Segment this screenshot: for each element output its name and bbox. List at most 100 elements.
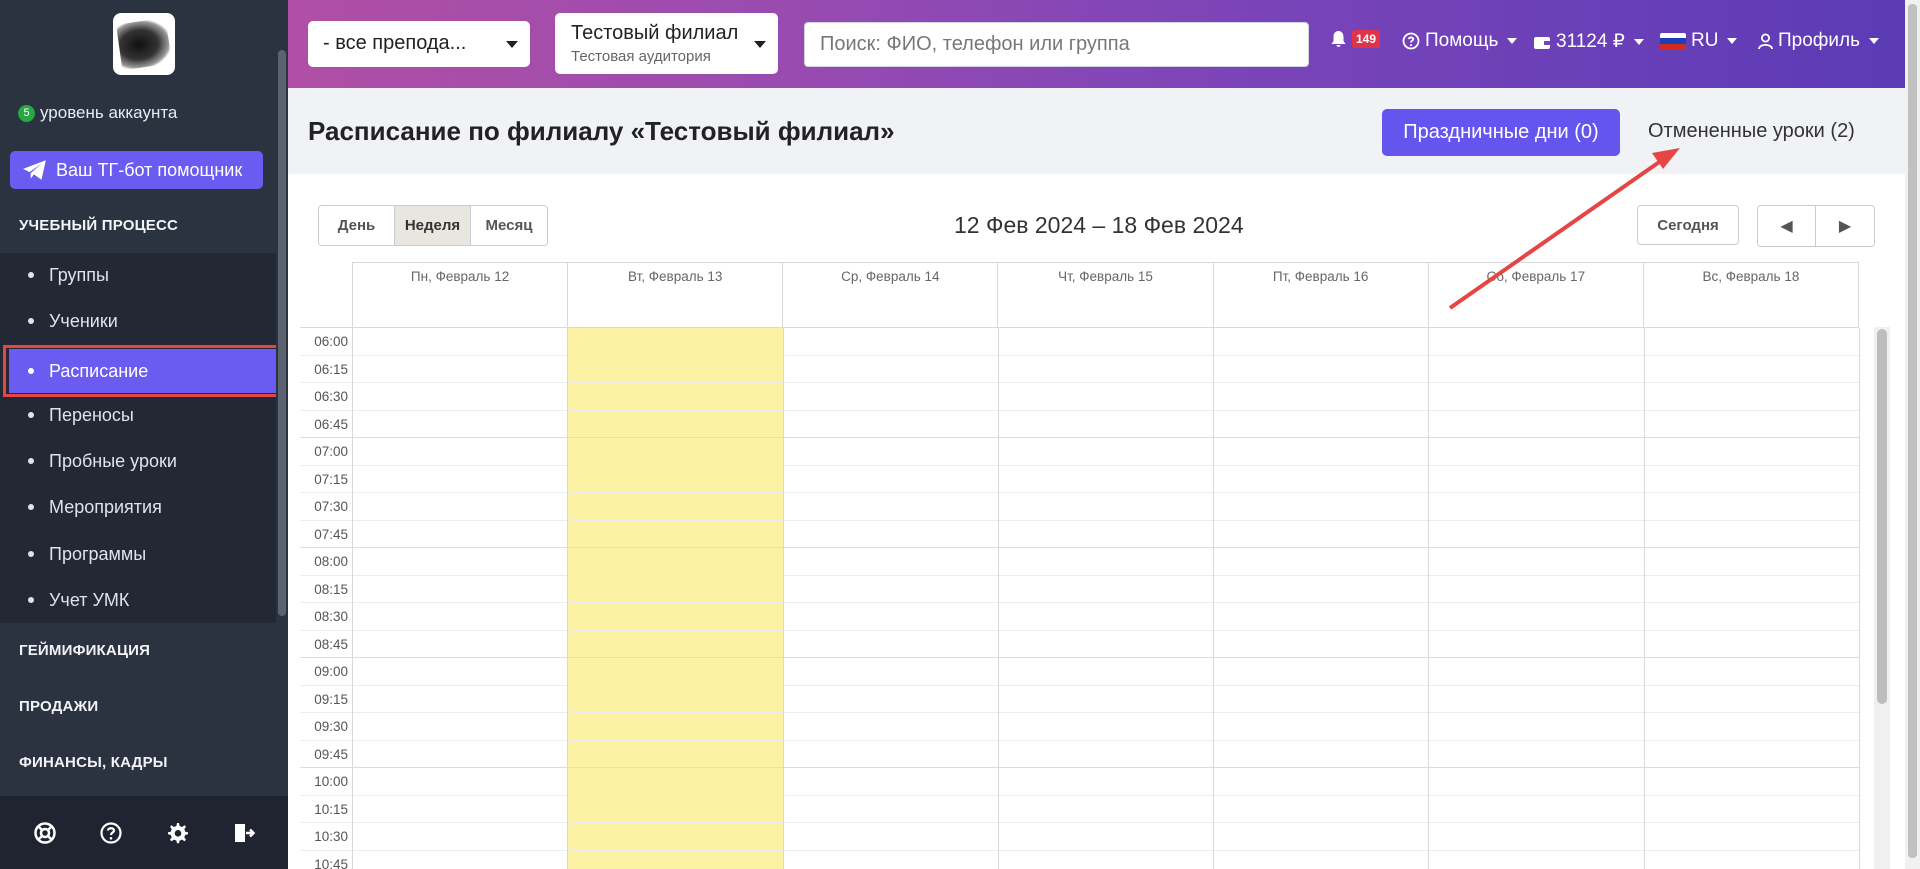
branch-select-value: Тестовый филиал bbox=[571, 22, 739, 44]
tg-bot-label: Ваш ТГ-бот помощник bbox=[56, 159, 243, 180]
time-slot-row[interactable]: 08:45 bbox=[300, 631, 1859, 658]
sidebar-scroll-thumb[interactable] bbox=[278, 50, 286, 616]
time-slot-row[interactable]: 08:30 bbox=[300, 603, 1859, 631]
sidebar-item-label: Мероприятия bbox=[49, 496, 162, 517]
bell-icon bbox=[1331, 31, 1346, 47]
company-logo[interactable] bbox=[113, 13, 175, 75]
next-week-button[interactable]: ▶ bbox=[1816, 206, 1874, 246]
day-header[interactable]: Вс, Февраль 18 bbox=[1644, 263, 1859, 328]
day-column-line bbox=[567, 328, 569, 869]
profile-menu[interactable]: Профиль bbox=[1758, 30, 1880, 52]
section-gamification[interactable]: ГЕЙМИФИКАЦИЯ bbox=[0, 623, 276, 678]
day-header[interactable]: Сб, Февраль 17 bbox=[1429, 263, 1644, 328]
time-slot-row[interactable]: 06:15 bbox=[300, 356, 1859, 383]
prev-week-button[interactable]: ◀ bbox=[1758, 206, 1816, 246]
time-slot-row[interactable]: 07:15 bbox=[300, 466, 1859, 493]
top-bar: - все препода... Тестовый филиал Тестова… bbox=[288, 0, 1905, 88]
day-header[interactable]: Пт, Февраль 16 bbox=[1214, 263, 1429, 328]
today-button[interactable]: Сегодня bbox=[1637, 205, 1739, 245]
time-label: 07:45 bbox=[314, 526, 348, 542]
russia-flag-icon bbox=[1660, 32, 1686, 50]
section-sales[interactable]: ПРОДАЖИ bbox=[0, 679, 276, 734]
holidays-button[interactable]: Праздничные дни (0) bbox=[1382, 109, 1620, 156]
gear-icon[interactable] bbox=[164, 820, 190, 846]
date-range-title: 12 Фев 2024 – 18 Фев 2024 bbox=[954, 212, 1244, 238]
search-input[interactable] bbox=[804, 22, 1309, 67]
view-day-button[interactable]: День bbox=[319, 206, 395, 245]
day-header[interactable]: Пн, Февраль 12 bbox=[353, 263, 569, 328]
sidebar-item-transfers[interactable]: Переносы bbox=[0, 393, 276, 437]
sidebar: 5 уровень аккаунта Ваш ТГ-бот помощник У… bbox=[0, 0, 288, 869]
time-slot-row[interactable]: 06:45 bbox=[300, 411, 1859, 438]
sidebar-item-events[interactable]: Мероприятия bbox=[0, 485, 276, 529]
sidebar-item-label: Расписание bbox=[49, 360, 149, 381]
language-menu[interactable]: RU bbox=[1660, 30, 1738, 52]
sidebar-scrollbar[interactable] bbox=[276, 0, 288, 796]
time-label: 09:15 bbox=[314, 691, 348, 707]
time-slot-row[interactable]: 10:15 bbox=[300, 796, 1859, 823]
sidebar-footer bbox=[0, 796, 288, 869]
day-header[interactable]: Ср, Февраль 14 bbox=[783, 263, 999, 328]
sidebar-item-label: Группы bbox=[49, 264, 109, 285]
time-slot-row[interactable]: 10:00 bbox=[300, 768, 1859, 796]
help-menu[interactable]: Помощь bbox=[1402, 30, 1518, 52]
help-label: Помощь bbox=[1425, 30, 1499, 51]
page-scroll-thumb[interactable] bbox=[1908, 4, 1917, 858]
time-slot-row[interactable]: 06:00 bbox=[300, 328, 1859, 356]
sidebar-item-students[interactable]: Ученики bbox=[0, 299, 276, 343]
help-circle-icon[interactable] bbox=[98, 820, 124, 846]
day-header[interactable]: Чт, Февраль 15 bbox=[998, 263, 1214, 328]
time-label: 07:15 bbox=[314, 471, 348, 487]
time-slot-row[interactable]: 10:30 bbox=[300, 823, 1859, 851]
week-grid: Пн, Февраль 12 Вт, Февраль 13 Ср, Февраль … bbox=[300, 262, 1871, 869]
time-slot-row[interactable]: 09:30 bbox=[300, 713, 1859, 741]
time-slot-row[interactable]: 10:45 bbox=[300, 851, 1859, 869]
account-level[interactable]: 5 уровень аккаунта bbox=[18, 103, 177, 123]
time-slot-row[interactable]: 07:30 bbox=[300, 493, 1859, 521]
section-finance[interactable]: ФИНАНСЫ, КАДРЫ bbox=[0, 734, 276, 790]
time-slot-row[interactable]: 09:15 bbox=[300, 686, 1859, 713]
notifications-button[interactable]: 149 bbox=[1330, 30, 1381, 48]
day-column-line bbox=[352, 328, 353, 869]
sidebar-item-programs[interactable]: Программы bbox=[0, 532, 276, 576]
sidebar-item-trial-lessons[interactable]: Пробные уроки bbox=[0, 439, 276, 483]
account-level-label: уровень аккаунта bbox=[40, 103, 178, 122]
time-label: 09:00 bbox=[314, 664, 348, 679]
sidebar-item-schedule[interactable]: Расписание bbox=[9, 349, 277, 393]
balance-value: 31124 ₽ bbox=[1556, 31, 1625, 52]
view-week-button[interactable]: Неделя bbox=[395, 206, 471, 245]
time-slot-row[interactable]: 08:00 bbox=[300, 548, 1859, 576]
account-level-badge: 5 bbox=[18, 104, 35, 122]
time-label: 07:30 bbox=[314, 499, 348, 514]
branch-room-value: Тестовая аудитория bbox=[571, 48, 711, 65]
page-header: Расписание по филиалу «Тестовый филиал» … bbox=[288, 88, 1905, 174]
time-slot-row[interactable]: 08:15 bbox=[300, 576, 1859, 603]
time-label: 10:30 bbox=[314, 829, 348, 844]
cancelled-lessons-link[interactable]: Отмененные уроки (2) bbox=[1648, 120, 1855, 143]
calendar: День Неделя Месяц 12 Фев 2024 – 18 Фев 2… bbox=[288, 174, 1905, 869]
page-scrollbar[interactable] bbox=[1905, 0, 1920, 869]
time-grid[interactable]: 06:00 06:15 06:30 06:45 07:00 07:15 07:30 07:45… bbox=[300, 327, 1860, 869]
time-slot-row[interactable]: 07:00 bbox=[300, 438, 1859, 466]
day-column-line bbox=[1643, 328, 1645, 869]
time-slot-row[interactable]: 09:00 bbox=[300, 658, 1859, 686]
time-slot-row[interactable]: 06:30 bbox=[300, 383, 1859, 411]
tg-bot-button[interactable]: Ваш ТГ-бот помощник bbox=[10, 151, 263, 189]
sidebar-item-umk[interactable]: Учет УМК bbox=[0, 578, 276, 622]
balance-menu[interactable]: 31124 ₽ bbox=[1533, 30, 1644, 53]
calendar-scrollbar[interactable] bbox=[1874, 327, 1890, 869]
time-slot-row[interactable]: 07:45 bbox=[300, 521, 1859, 548]
day-header[interactable]: Вт, Февраль 13 bbox=[568, 263, 784, 328]
branch-select[interactable]: Тестовый филиал Тестовая аудитория bbox=[555, 13, 778, 74]
page-title: Расписание по филиалу «Тестовый филиал» bbox=[308, 116, 895, 146]
section-learning[interactable]: УЧЕБНЫЙ ПРОЦЕСС bbox=[0, 198, 276, 253]
sidebar-item-groups[interactable]: Группы bbox=[0, 253, 276, 297]
teacher-select[interactable]: - все препода... bbox=[308, 21, 530, 67]
time-label: 08:00 bbox=[314, 554, 348, 569]
calendar-scroll-thumb[interactable] bbox=[1877, 329, 1887, 704]
time-slot-row[interactable]: 09:45 bbox=[300, 741, 1859, 768]
sidebar-item-label: Программы bbox=[49, 543, 147, 564]
logout-icon[interactable] bbox=[230, 820, 256, 846]
lifebuoy-icon[interactable] bbox=[32, 820, 58, 846]
view-month-button[interactable]: Месяц bbox=[471, 206, 547, 245]
